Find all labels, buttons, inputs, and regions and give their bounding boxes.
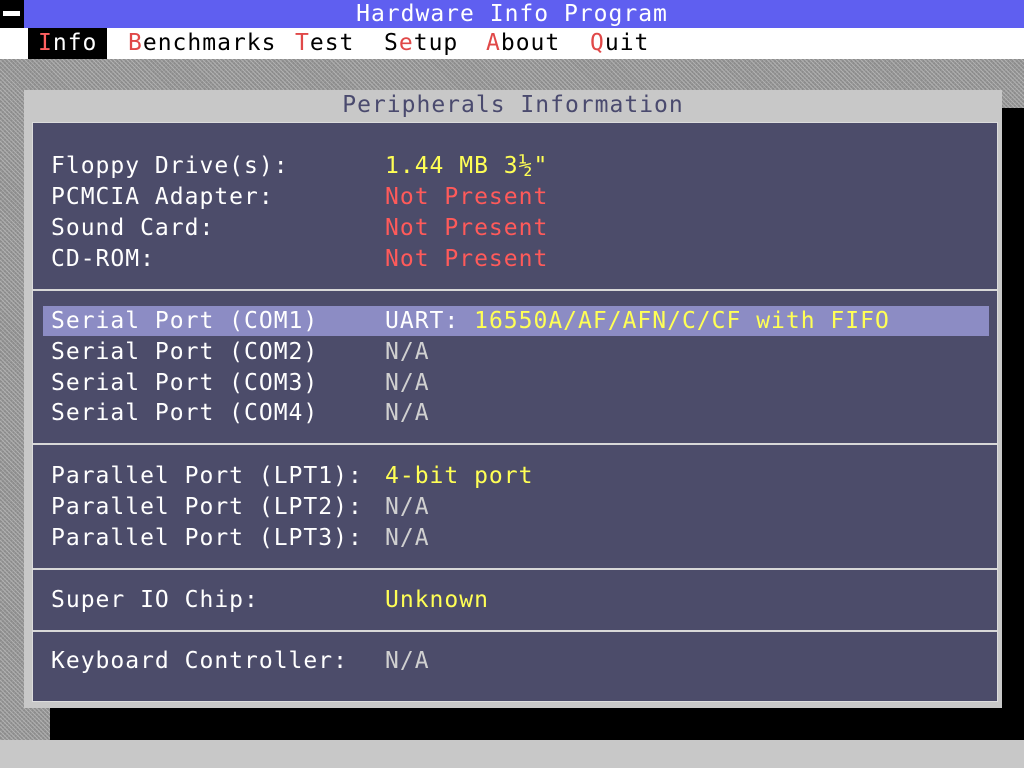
super-io-label: Super IO Chip: bbox=[51, 587, 259, 613]
row-cdrom[interactable]: CD-ROM: Not Present bbox=[33, 244, 997, 274]
menu-info-label: nfo bbox=[52, 30, 98, 56]
window-title: Hardware Info Program bbox=[356, 1, 668, 27]
sound-card-label: Sound Card: bbox=[51, 215, 215, 241]
menu-quit-hotkey: Q bbox=[590, 30, 605, 56]
menu-quit-label: uit bbox=[604, 30, 650, 56]
cdrom-label: CD-ROM: bbox=[51, 246, 155, 272]
menu-setup[interactable]: Setup bbox=[374, 28, 468, 59]
menu-quit[interactable]: Quit bbox=[580, 28, 659, 59]
pcmcia-label: PCMCIA Adapter: bbox=[51, 184, 274, 210]
separator bbox=[33, 568, 997, 570]
menu-setup-hotkey: e bbox=[398, 30, 414, 56]
menu-test[interactable]: Test bbox=[285, 28, 364, 59]
row-com4[interactable]: Serial Port (COM4) N/A bbox=[33, 398, 997, 428]
menu-benchmarks-hotkey: B bbox=[128, 30, 143, 56]
row-com3[interactable]: Serial Port (COM3) N/A bbox=[33, 368, 997, 398]
com1-value: UART: 16550A/AF/AFN/C/CF with FIFO bbox=[385, 306, 890, 336]
peripherals-dialog: Peripherals Information Floppy Drive(s):… bbox=[24, 90, 1002, 708]
menu-benchmarks[interactable]: Benchmarks bbox=[118, 28, 286, 59]
menu-info[interactable]: Info bbox=[28, 28, 108, 59]
separator bbox=[33, 289, 997, 291]
row-lpt1[interactable]: Parallel Port (LPT1): 4-bit port bbox=[33, 461, 997, 491]
keyboard-controller-value: N/A bbox=[385, 648, 430, 674]
row-com2[interactable]: Serial Port (COM2) N/A bbox=[33, 337, 997, 367]
menu-test-hotkey: T bbox=[295, 30, 310, 56]
menu-about-hotkey: A bbox=[486, 30, 501, 56]
peripherals-panel: Floppy Drive(s): 1.44 MB 3½" PCMCIA Adap… bbox=[32, 122, 998, 702]
keyboard-controller-label: Keyboard Controller: bbox=[51, 648, 348, 674]
com1-label: Serial Port (COM1) bbox=[51, 308, 319, 334]
menu-setup-pre: S bbox=[384, 30, 399, 56]
status-strip bbox=[0, 740, 1024, 768]
separator bbox=[33, 443, 997, 445]
com2-label: Serial Port (COM2) bbox=[51, 339, 319, 365]
pcmcia-value: Not Present bbox=[385, 184, 549, 210]
lpt3-value: N/A bbox=[385, 525, 430, 551]
lpt2-value: N/A bbox=[385, 494, 430, 520]
com1-value-prefix: UART: bbox=[385, 308, 475, 334]
com2-value: N/A bbox=[385, 339, 430, 365]
row-lpt2[interactable]: Parallel Port (LPT2): N/A bbox=[33, 492, 997, 522]
com4-value: N/A bbox=[385, 400, 430, 426]
menu-bar: Info Benchmarks Test Setup About Quit bbox=[0, 28, 1024, 59]
super-io-value: Unknown bbox=[385, 587, 489, 613]
lpt1-label: Parallel Port (LPT1): bbox=[51, 463, 363, 489]
separator bbox=[33, 630, 997, 632]
system-menu-button[interactable] bbox=[0, 0, 24, 28]
system-menu-icon bbox=[3, 11, 20, 16]
lpt1-value: 4-bit port bbox=[385, 463, 534, 489]
menu-about[interactable]: About bbox=[476, 28, 570, 59]
com1-value-text: 16550A/AF/AFN/C/CF with FIFO bbox=[474, 308, 890, 334]
title-bar: Hardware Info Program bbox=[0, 0, 1024, 28]
row-super-io[interactable]: Super IO Chip: Unknown bbox=[33, 585, 997, 615]
menu-info-hotkey: I bbox=[38, 30, 53, 56]
floppy-label: Floppy Drive(s): bbox=[51, 153, 289, 179]
com3-value: N/A bbox=[385, 370, 430, 396]
menu-benchmarks-label: enchmarks bbox=[142, 30, 277, 56]
menu-test-label: est bbox=[309, 30, 355, 56]
lpt2-label: Parallel Port (LPT2): bbox=[51, 494, 363, 520]
row-pcmcia[interactable]: PCMCIA Adapter: Not Present bbox=[33, 182, 997, 212]
com3-label: Serial Port (COM3) bbox=[51, 370, 319, 396]
lpt3-label: Parallel Port (LPT3): bbox=[51, 525, 363, 551]
row-keyboard-controller[interactable]: Keyboard Controller: N/A bbox=[33, 646, 997, 676]
menu-setup-label: tup bbox=[413, 30, 459, 56]
sound-card-value: Not Present bbox=[385, 215, 549, 241]
dialog-title: Peripherals Information bbox=[342, 92, 684, 118]
floppy-value: 1.44 MB 3½" bbox=[385, 153, 549, 179]
row-com1[interactable]: Serial Port (COM1) UART: 16550A/AF/AFN/C… bbox=[43, 306, 989, 336]
cdrom-value: Not Present bbox=[385, 246, 549, 272]
com4-label: Serial Port (COM4) bbox=[51, 400, 319, 426]
row-sound-card[interactable]: Sound Card: Not Present bbox=[33, 213, 997, 243]
row-floppy[interactable]: Floppy Drive(s): 1.44 MB 3½" bbox=[33, 151, 997, 181]
row-lpt3[interactable]: Parallel Port (LPT3): N/A bbox=[33, 523, 997, 553]
menu-about-label: bout bbox=[500, 30, 561, 56]
